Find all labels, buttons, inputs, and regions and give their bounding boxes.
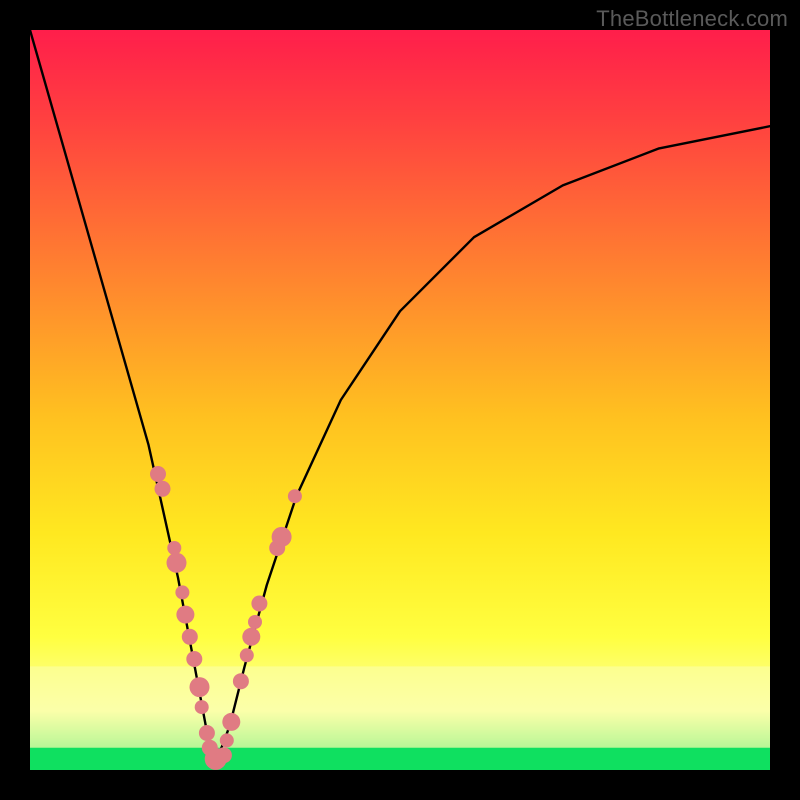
marker-dot [248,615,262,629]
marker-dot [155,481,171,497]
watermark-text: TheBottleneck.com [596,6,788,32]
chart-svg [30,30,770,770]
marker-dot [150,466,166,482]
marker-dot [195,700,209,714]
marker-dot [167,541,181,555]
marker-dot [176,606,194,624]
marker-dot [216,747,232,763]
marker-dot [233,673,249,689]
marker-dot [199,725,215,741]
marker-dot [220,733,234,747]
chart-frame: TheBottleneck.com [0,0,800,800]
marker-dot [190,677,210,697]
marker-dot [186,651,202,667]
marker-dot [240,648,254,662]
marker-dot [175,585,189,599]
marker-dot [222,713,240,731]
marker-dot [272,527,292,547]
marker-dot [182,629,198,645]
marker-dot [167,553,187,573]
plot-area [30,30,770,770]
marker-dot [288,489,302,503]
marker-dot [242,628,260,646]
marker-dot [251,596,267,612]
